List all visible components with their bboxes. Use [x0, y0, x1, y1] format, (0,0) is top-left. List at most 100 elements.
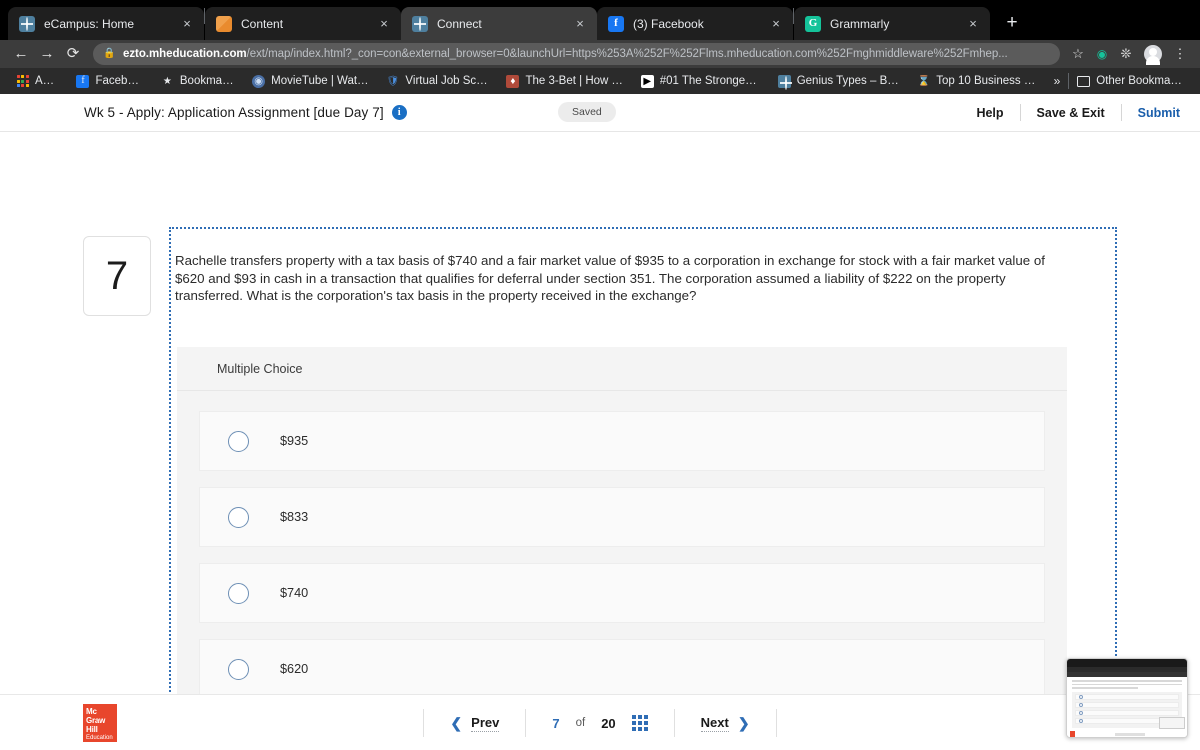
grammarly-icon: G: [805, 16, 821, 32]
question-text: Rachelle transfers property with a tax b…: [175, 252, 1045, 305]
forward-icon[interactable]: →: [34, 41, 60, 67]
bookmark-label: MovieTube | Watc...: [271, 75, 370, 87]
browser-tab-connect[interactable]: Connect ×: [401, 7, 597, 40]
globe-icon: [19, 16, 35, 32]
close-icon[interactable]: ×: [767, 15, 785, 33]
browser-window: eCampus: Home × Content × Connect × f (3…: [0, 0, 1200, 750]
close-icon[interactable]: ×: [178, 15, 196, 33]
bookmark-facebook[interactable]: f Facebook: [68, 71, 152, 91]
bookmark-other-bookmarks[interactable]: Other Bookmarks: [1069, 71, 1192, 91]
browser-tab-facebook[interactable]: f (3) Facebook ×: [597, 7, 793, 40]
next-label: Next: [701, 715, 729, 732]
next-question-button[interactable]: Next ❯: [675, 715, 776, 732]
page-indicator: 7 of 20: [526, 715, 673, 731]
current-page: 7: [552, 716, 559, 731]
tab-title: (3) Facebook: [633, 17, 761, 31]
bookmark-label: The 3-Bet | How T...: [525, 75, 624, 87]
close-icon[interactable]: ×: [571, 15, 589, 33]
of-label: of: [576, 717, 586, 729]
bookmark-label: Virtual Job Scout: [405, 75, 490, 87]
bookmarks-overflow-icon[interactable]: »: [1046, 74, 1069, 88]
chevron-left-icon: ❮: [450, 715, 462, 732]
header-actions: Help Save & Exit Submit: [960, 104, 1186, 121]
submit-button[interactable]: Submit: [1122, 106, 1186, 120]
radio-button[interactable]: [228, 431, 249, 452]
chrome-menu-icon[interactable]: ⋮: [1168, 46, 1192, 62]
tab-strip: eCampus: Home × Content × Connect × f (3…: [0, 0, 1200, 40]
help-button[interactable]: Help: [960, 106, 1019, 120]
chevron-right-icon: ❯: [738, 715, 750, 732]
close-icon[interactable]: ×: [375, 15, 393, 33]
answer-option-1[interactable]: $935: [199, 411, 1045, 471]
connect-app: Wk 5 - Apply: Application Assignment [du…: [0, 94, 1200, 750]
bookmarks-bar: Apps f Facebook ★ Bookmarks ◉ MovieTube …: [0, 68, 1200, 94]
prev-label: Prev: [471, 715, 499, 732]
answer-panel: Multiple Choice $935 $833 $740 $620: [177, 347, 1067, 745]
answer-option-3[interactable]: $740: [199, 563, 1045, 623]
bookmark-label: Bookmarks: [180, 75, 236, 87]
screen-preview-thumbnail[interactable]: [1066, 658, 1188, 738]
url-path: /ext/map/index.html?_con=con&external_br…: [247, 48, 1008, 60]
bookmark-01-the-strongest[interactable]: ▶ #01 The Strongest...: [633, 71, 770, 91]
bookmark-label: Facebook: [95, 75, 144, 87]
card-icon: ♦: [506, 75, 519, 88]
question-navigation: ❮ Prev 7 of 20 Next ❯: [0, 703, 1200, 743]
radio-button[interactable]: [228, 659, 249, 680]
answer-option-4[interactable]: $620: [199, 639, 1045, 699]
apps-grid-icon: [16, 75, 29, 88]
browser-tab-ecampus-home[interactable]: eCampus: Home ×: [8, 7, 204, 40]
question-type-label: Multiple Choice: [177, 347, 1067, 391]
radio-button[interactable]: [228, 507, 249, 528]
new-tab-button[interactable]: +: [998, 9, 1026, 37]
tab-title: Connect: [437, 17, 565, 31]
facebook-icon: f: [608, 16, 624, 32]
total-pages: 20: [601, 716, 615, 731]
thumbnail-nav: [1115, 733, 1145, 736]
answer-option-2[interactable]: $833: [199, 487, 1045, 547]
thumbnail-footer: [1067, 731, 1187, 739]
reload-icon[interactable]: ⟳: [60, 41, 86, 67]
close-icon[interactable]: ×: [964, 15, 982, 33]
bookmark-label: #01 The Strongest...: [660, 75, 762, 87]
browser-tab-grammarly[interactable]: G Grammarly ×: [794, 7, 990, 40]
divider: [776, 709, 777, 737]
bookmark-the-3-bet[interactable]: ♦ The 3-Bet | How T...: [498, 71, 632, 91]
hourglass-icon: ⌛: [917, 75, 930, 88]
movietube-icon: ◉: [252, 75, 265, 88]
bookmark-label: Other Bookmarks: [1096, 75, 1184, 87]
bookmark-virtual-job-scout[interactable]: 🛡 Virtual Job Scout: [378, 71, 498, 91]
facebook-icon: f: [76, 75, 89, 88]
browser-toolbar: ← → ⟳ 🔒 ezto.mheducation.com/ext/map/ind…: [0, 40, 1200, 68]
star-icon[interactable]: ☆: [1066, 46, 1090, 62]
answer-option-label: $740: [280, 586, 308, 600]
address-bar[interactable]: 🔒 ezto.mheducation.com/ext/map/index.htm…: [93, 43, 1060, 65]
bookmark-top-10-business[interactable]: ⌛ Top 10 Business P...: [909, 71, 1045, 91]
thumbnail-option: [1075, 694, 1179, 700]
grammarly-extension-icon[interactable]: ◉: [1090, 47, 1114, 62]
bookmark-label: Genius Types – Bu...: [797, 75, 902, 87]
profile-avatar-icon[interactable]: [1144, 45, 1162, 63]
thumbnail-logo: [1070, 731, 1075, 738]
bookmark-bookmarks[interactable]: ★ Bookmarks: [153, 71, 244, 91]
answer-option-label: $935: [280, 434, 308, 448]
back-icon[interactable]: ←: [8, 41, 34, 67]
bookmark-genius-types[interactable]: Genius Types – Bu...: [770, 71, 910, 91]
pencil-icon: [216, 16, 232, 32]
bookmark-apps[interactable]: Apps: [8, 71, 68, 91]
thumbnail-line: [1072, 687, 1138, 689]
info-icon[interactable]: i: [392, 105, 407, 120]
url-domain: ezto.mheducation.com: [123, 48, 247, 60]
prev-question-button[interactable]: ❮ Prev: [424, 715, 525, 732]
save-exit-button[interactable]: Save & Exit: [1021, 106, 1121, 120]
bookmark-label: Top 10 Business P...: [936, 75, 1037, 87]
question-grid-icon[interactable]: [632, 715, 648, 731]
star-icon: ★: [161, 75, 174, 88]
bookmark-label: Apps: [35, 75, 60, 87]
thumbnail-option: [1075, 702, 1179, 708]
radio-button[interactable]: [228, 583, 249, 604]
question-number-badge: 7: [83, 236, 151, 316]
extensions-puzzle-icon[interactable]: ❊: [1114, 46, 1138, 62]
browser-tab-content[interactable]: Content ×: [205, 7, 401, 40]
bookmark-movietube[interactable]: ◉ MovieTube | Watc...: [244, 71, 378, 91]
globe-icon: [412, 16, 428, 32]
